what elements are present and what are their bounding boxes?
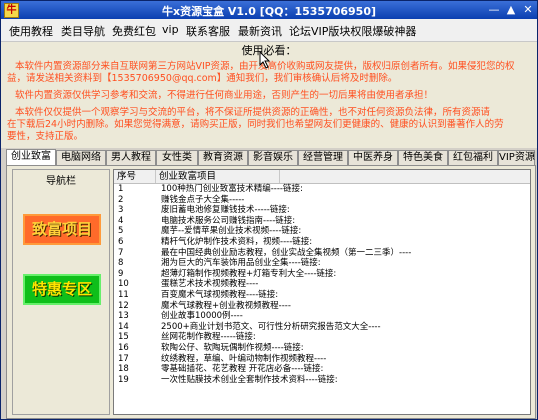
row-number: 4	[118, 215, 124, 226]
row-number: 3	[118, 205, 124, 216]
row-project-name: 魔术气球教程+创业教视频教程----	[161, 300, 291, 311]
row-number: 7	[118, 247, 124, 258]
row-project-name: 精杆气化炉制作技术资料，视频----链接:	[161, 237, 313, 247]
table-row[interactable]: 14 2500+商业计划书范文、可行性分析研究报告范文大全----	[114, 321, 530, 332]
table-row[interactable]: 9 超薄灯箱制作视频教程+灯箱专利大全----链接:	[114, 268, 530, 279]
tab-special-food[interactable]: 特色美食	[398, 150, 448, 165]
wealth-projects-button[interactable]: 致富项目	[23, 214, 101, 245]
window-title: 牛x资源宝盒 V1.0 [QQ：1535706950]	[161, 5, 377, 18]
notice-line: 软件内置资源仅供学习参考和交流，不得进行任何商业用途，否则产生的一切后果将由使用…	[15, 90, 434, 101]
table-row[interactable]: 6 精杆气化炉制作技术资料，视频----链接:	[114, 238, 530, 247]
mouse-cursor-icon	[259, 51, 271, 69]
row-project-name: 软陶公仔、软陶玩偶制作视频----链接:	[161, 343, 304, 353]
row-project-name: 纹绣教程，草编、叶编动物制作视频教程----	[161, 353, 327, 364]
row-project-name: 丝网花制作教程-----链接:	[161, 332, 256, 343]
table-row[interactable]: 18 零基础插花、花艺教程 开花店必备----链接:	[114, 365, 530, 374]
row-number: 18	[118, 364, 129, 375]
app-window: 牛 牛x资源宝盒 V1.0 [QQ：1535706950] — ▲ ✕ 使用教程…	[0, 0, 538, 420]
row-number: 16	[118, 343, 129, 353]
row-project-name: 湘为巨大的汽车装饰用品创业全集----链接:	[161, 258, 321, 269]
list-header: 序号 创业致富项目	[114, 170, 530, 184]
tab-business-management[interactable]: 经营管理	[298, 150, 348, 165]
row-project-name: 超薄灯箱制作视频教程+灯箱专利大全----链接:	[161, 268, 337, 279]
row-project-name: 百变魔术气球视频教程----链接:	[161, 290, 279, 300]
menu-item-category-nav[interactable]: 类目导航	[61, 23, 105, 39]
row-project-name: 电脑技术服务公司赚钱指南----链接:	[161, 215, 296, 226]
row-project-name: 最在中国经典创业励志教程，创业实战全集视频（第一二三季）----	[161, 247, 412, 258]
table-row[interactable]: 5 魔芋--爱情苹果创业技术视频----链接:	[114, 227, 530, 236]
menu-item-vip[interactable]: vip	[162, 23, 179, 36]
table-row[interactable]: 1 100种热门创业致富技术精编----链接:	[114, 185, 530, 194]
row-number: 15	[118, 332, 129, 343]
tab-startup-wealth[interactable]: 创业致富	[6, 149, 56, 166]
table-row[interactable]: 12 魔术气球教程+创业教视频教程----	[114, 300, 530, 311]
tab-content-panel: 导航栏 致富项目 特惠专区 序号 创业致富项目 1 100种热门创业致富技术精编-…	[6, 165, 536, 419]
tab-education[interactable]: 教育资源	[198, 150, 248, 165]
row-project-name: 蛋糕艺术技术视频教程----	[161, 279, 259, 290]
tab-computer-network[interactable]: 电脑网络	[56, 150, 106, 165]
row-number: 1	[118, 184, 124, 194]
table-row[interactable]: 17 纹绣教程，草编、叶编动物制作视频教程----	[114, 353, 530, 364]
notice-line: 益，请发送相关资料到【1535706950@qq.com】通知我们，我们审核确认…	[7, 73, 398, 84]
row-number: 9	[118, 268, 124, 279]
nav-title: 导航栏	[46, 176, 76, 187]
tab-chinese-medicine[interactable]: 中医养身	[348, 150, 398, 165]
close-button[interactable]: ✕	[521, 3, 535, 16]
table-row[interactable]: 10 蛋糕艺术技术视频教程----	[114, 280, 530, 289]
row-number: 6	[118, 237, 124, 247]
row-number: 14	[118, 321, 129, 332]
menu-item-latest-news[interactable]: 最新资讯	[238, 23, 282, 39]
table-row[interactable]: 15 丝网花制作教程-----链接:	[114, 333, 530, 342]
category-tabs: 创业致富 电脑网络 男人教程 女性类 教育资源 影音娱乐 经营管理 中医养身 特…	[6, 149, 535, 166]
row-project-name: 魔芋--爱情苹果创业技术视频----链接:	[161, 226, 302, 237]
menu-item-contact-service[interactable]: 联系客服	[186, 23, 230, 39]
menu-item-free-redpacket[interactable]: 免费红包	[112, 23, 156, 39]
row-project-name: 创业故事10000例----	[161, 311, 243, 322]
menu-item-tutorial[interactable]: 使用教程	[9, 23, 53, 39]
table-row[interactable]: 2 赚钱金点子大全集-----	[114, 194, 530, 205]
table-row[interactable]: 7 最在中国经典创业励志教程，创业实战全集视频（第一二三季）----	[114, 247, 530, 258]
minimize-button[interactable]: —	[487, 3, 501, 16]
table-row[interactable]: 13 创业故事10000例----	[114, 312, 530, 321]
row-number: 10	[118, 279, 129, 290]
row-project-name: 100种热门创业致富技术精编----链接:	[161, 184, 303, 194]
tab-vip-resources[interactable]: VIP资源	[498, 150, 535, 165]
row-project-name: 零基础插花、花艺教程 开花店必备----链接:	[161, 364, 324, 375]
table-row[interactable]: 4 电脑技术服务公司赚钱指南----链接:	[114, 215, 530, 226]
row-project-name: 2500+商业计划书范文、可行性分析研究报告范文大全----	[161, 321, 381, 332]
row-number: 17	[118, 353, 129, 364]
row-number: 11	[118, 290, 129, 300]
maximize-button[interactable]: ▲	[504, 3, 518, 16]
row-number: 13	[118, 311, 129, 322]
table-row[interactable]: 11 百变魔术气球视频教程----链接:	[114, 291, 530, 300]
table-row[interactable]: 16 软陶公仔、软陶玩偶制作视频----链接:	[114, 344, 530, 353]
table-row[interactable]: 8 湘为巨大的汽车装饰用品创业全集----链接:	[114, 259, 530, 268]
row-number: 12	[118, 300, 129, 311]
notice-line: 要性，支持正版。	[7, 131, 84, 142]
row-number: 19	[118, 374, 129, 385]
table-row[interactable]: 3 废旧蓄电池修复赚钱技术-----链接:	[114, 206, 530, 215]
title-bar[interactable]: 牛 牛x资源宝盒 V1.0 [QQ：1535706950] — ▲ ✕	[1, 1, 537, 19]
row-project-name: 赚钱金点子大全集-----	[161, 194, 245, 205]
tab-women[interactable]: 女性类	[156, 150, 198, 165]
row-number: 2	[118, 194, 124, 205]
nav-sidebar: 导航栏 致富项目 特惠专区	[12, 169, 110, 415]
row-number: 8	[118, 258, 124, 269]
special-offers-button[interactable]: 特惠专区	[23, 274, 101, 305]
column-header-number[interactable]: 序号	[114, 170, 156, 183]
tab-redpacket-benefits[interactable]: 红包福利	[448, 150, 498, 165]
row-project-name: 废旧蓄电池修复赚钱技术-----链接:	[161, 205, 290, 216]
table-row[interactable]: 19 一次性贴膜技术创业全套制作技术资料----链接:	[114, 374, 530, 385]
tab-men-tutorials[interactable]: 男人教程	[106, 150, 156, 165]
column-header-project[interactable]: 创业致富项目	[156, 170, 280, 183]
row-project-name: 一次性贴膜技术创业全套制作技术资料----链接:	[161, 374, 338, 385]
menu-bar: 使用教程 类目导航 免费红包 vip 联系客服 最新资讯 论坛VIP版块权限爆破…	[1, 19, 537, 42]
resource-list[interactable]: 序号 创业致富项目 1 100种热门创业致富技术精编----链接: 2 赚钱金点子大全…	[113, 169, 531, 415]
tab-entertainment[interactable]: 影音娱乐	[248, 150, 298, 165]
row-number: 5	[118, 226, 124, 237]
menu-item-forum-vip-tool[interactable]: 论坛VIP版块权限爆破神器	[289, 23, 416, 39]
